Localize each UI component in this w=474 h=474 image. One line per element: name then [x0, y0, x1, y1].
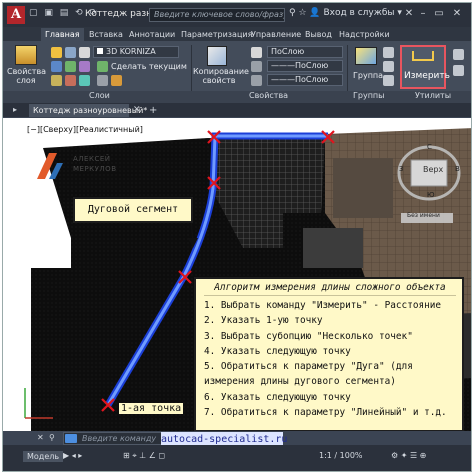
- utility-icon[interactable]: [453, 65, 464, 76]
- tab-annotate[interactable]: Аннотации: [125, 28, 179, 41]
- algorithm-step: измерения длины дугового сегмента): [204, 376, 396, 388]
- color-icon: [251, 47, 262, 58]
- layer-tool-icon[interactable]: [79, 61, 90, 72]
- group-button[interactable]: Группа: [353, 71, 383, 80]
- layer-tool-icon[interactable]: [65, 61, 76, 72]
- command-close-icon[interactable]: ✕: [37, 433, 44, 442]
- user-icon: 👤: [309, 8, 324, 18]
- steps: [303, 228, 363, 268]
- algorithm-box: Алгоритм измерения длины сложного объект…: [194, 277, 464, 432]
- group-edit-icon[interactable]: [383, 61, 394, 72]
- layer-lock-icon: [79, 47, 90, 58]
- algorithm-step: 3. Выбрать субопцию "Несколько точек": [204, 330, 413, 342]
- viewport-controls[interactable]: [−][Сверху][Реалистичный]: [27, 125, 143, 134]
- algorithm-step: 5. Обратиться к параметру "Дуга" (для: [204, 361, 413, 373]
- house-deck: [333, 158, 393, 218]
- group-title-properties[interactable]: Свойства: [249, 91, 288, 100]
- color-dropdown-value: ПоСлою: [271, 47, 305, 56]
- command-search-icon[interactable]: ⚲: [49, 433, 55, 442]
- arc-segment-callout: Дуговой сегмент: [73, 197, 193, 223]
- author-logo-mark: [37, 153, 63, 179]
- drafting-toggles[interactable]: ⊞ ⌖ ⊥ ∠ ◻: [123, 451, 165, 461]
- author-logo: АЛЕКСЕЙ МЕРКУЛОВ: [35, 151, 116, 184]
- lineweight-dropdown[interactable]: ———ПоСлою: [267, 60, 343, 72]
- tab-manage[interactable]: Управление: [247, 28, 305, 41]
- lineweight-icon: [251, 61, 262, 72]
- app-menu-button[interactable]: A: [7, 6, 25, 24]
- make-current-icon: [97, 61, 108, 72]
- layer-tool-icon[interactable]: [97, 75, 108, 86]
- start-tab-icon[interactable]: ▸: [13, 105, 17, 114]
- minimize-button[interactable]: –: [417, 7, 429, 20]
- app-window: A ▢ ▣ ▤ ⟲ ⟳ Коттедж разно... Введите клю…: [2, 2, 472, 472]
- tab-parametric[interactable]: Параметризация: [177, 28, 256, 41]
- tab-home[interactable]: Главная: [41, 28, 84, 41]
- viewcube-face[interactable]: Верх: [423, 165, 443, 174]
- match-properties-icon[interactable]: [207, 46, 227, 66]
- utility-icon[interactable]: [453, 49, 464, 60]
- maximize-button[interactable]: ▭: [433, 7, 445, 20]
- ucs-menu[interactable]: Без имени: [407, 212, 440, 219]
- layer-tool-icon[interactable]: [51, 75, 62, 86]
- viewcube-west[interactable]: З: [399, 165, 404, 173]
- binoculars-icon: ⚲ ☆: [289, 8, 310, 18]
- tab-addins[interactable]: Надстройки: [335, 28, 394, 41]
- viewcube-south[interactable]: Ю: [427, 191, 435, 199]
- group-select-icon[interactable]: [383, 75, 394, 86]
- layer-bulb-icon: [51, 47, 62, 58]
- layer-dropdown[interactable]: 3D KORNIZA: [93, 46, 179, 58]
- layer-tool-icon[interactable]: [65, 75, 76, 86]
- measure-button[interactable]: Измерить: [400, 45, 450, 89]
- algorithm-step: 1. Выбрать команду "Измерить" - Расстоян…: [204, 300, 442, 311]
- layout-tab-controls[interactable]: ▶ ◂ ▸: [63, 451, 82, 460]
- file-tab-close-icon[interactable]: ✕: [133, 105, 141, 115]
- new-tab-icon[interactable]: +: [149, 105, 157, 116]
- color-dropdown[interactable]: ПоСлою: [267, 46, 343, 58]
- file-tab-active[interactable]: Коттедж разноуровневый*: [29, 104, 147, 117]
- author-first-name: АЛЕКСЕЙ: [73, 155, 111, 163]
- ribbon-group-titles: [3, 91, 471, 103]
- first-point-label: 1-ая точка: [119, 403, 184, 414]
- layer-sun-icon: [65, 47, 76, 58]
- layer-tool-icon[interactable]: [51, 61, 62, 72]
- signin-link[interactable]: ⚲ ☆ 👤 Вход в службы ▾: [289, 8, 402, 18]
- layer-color-swatch: [97, 48, 103, 54]
- command-prompt-icon: [65, 434, 77, 443]
- status-tools[interactable]: ⚙ ✦ ☰ ⊕: [391, 451, 426, 460]
- match-properties-label: Копирование свойств: [193, 67, 249, 85]
- layer-tool-icon[interactable]: [79, 75, 90, 86]
- group-title-layers[interactable]: Слои: [89, 91, 110, 100]
- group-icon[interactable]: [355, 47, 377, 65]
- group-title-groups[interactable]: Группы: [353, 91, 384, 100]
- algorithm-step: 4. Указать следующую точку: [204, 345, 351, 357]
- author-last-name: МЕРКУЛОВ: [73, 165, 117, 173]
- layer-tool-icon[interactable]: [111, 75, 122, 86]
- group-title-utilities[interactable]: Утилиты: [415, 91, 451, 100]
- exchange-icon[interactable]: ✕: [403, 7, 415, 20]
- algorithm-step: 2. Указать 1-ую точку: [204, 315, 323, 327]
- make-current-button[interactable]: Сделать текущим: [111, 62, 187, 71]
- algorithm-step: 6. Указать следующую точку: [204, 391, 351, 403]
- model-tab[interactable]: Модель: [23, 451, 64, 462]
- measure-label: Измерить: [404, 71, 450, 81]
- signin-label: Вход в службы: [323, 8, 395, 18]
- close-button[interactable]: ✕: [451, 7, 463, 20]
- viewcube-north[interactable]: С: [427, 143, 432, 151]
- lineweight-dropdown-value: ———ПоСлою: [271, 61, 329, 70]
- linetype-dropdown-value: ———ПоСлою: [271, 75, 329, 84]
- annotation-scale[interactable]: 1:1 / 100%: [319, 451, 363, 460]
- tab-insert[interactable]: Вставка: [85, 28, 127, 41]
- algorithm-title: Алгоритм измерения длины сложного объект…: [204, 282, 456, 296]
- layer-properties-label: Свойства слоя: [7, 67, 47, 85]
- algorithm-step: 7. Обратиться к параметру "Линейный" и т…: [204, 407, 447, 419]
- ruler-icon: [412, 51, 434, 61]
- search-input[interactable]: Введите ключевое слово/фразу: [149, 8, 285, 22]
- ungroup-icon[interactable]: [383, 47, 394, 58]
- tab-output[interactable]: Вывод: [301, 28, 336, 41]
- linetype-dropdown[interactable]: ———ПоСлою: [267, 74, 343, 86]
- linetype-icon: [251, 75, 262, 86]
- layer-dropdown-value: 3D KORNIZA: [106, 47, 156, 56]
- viewcube-east[interactable]: В: [455, 165, 460, 173]
- layer-properties-icon[interactable]: [15, 45, 37, 65]
